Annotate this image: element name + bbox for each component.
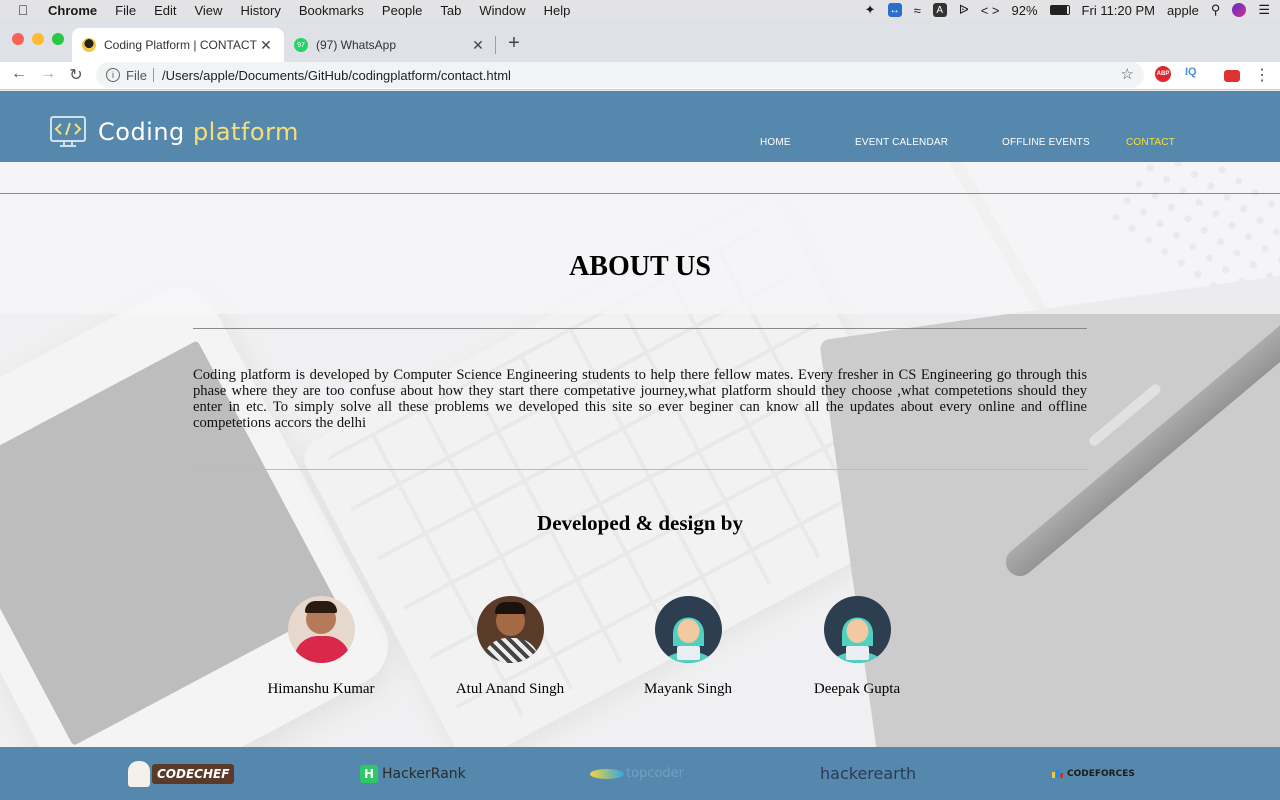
codeforces-bars-icon — [1052, 769, 1063, 778]
bluetooth-icon[interactable]: ᐉ — [959, 2, 969, 18]
about-text: Coding platform is developed by Computer… — [193, 367, 1087, 431]
back-arrow-icon[interactable]: ← — [9, 65, 29, 83]
url-text[interactable]: /Users/apple/Documents/GitHub/codingplat… — [162, 68, 511, 83]
chrome-menu-icon[interactable]: ⋮ — [1252, 65, 1272, 85]
codeforces-logo[interactable]: CODEFORCES — [1052, 747, 1135, 800]
tux-favicon-icon — [82, 38, 96, 52]
siri-icon[interactable] — [1232, 3, 1247, 17]
team-member-card: Atul Anand Singh — [420, 596, 600, 698]
site-header: Coding platform HOME EVENT CALENDAR OFFL… — [0, 91, 1280, 162]
window-controls — [12, 33, 64, 45]
team-member-card: Deepak Gupta — [767, 596, 947, 698]
code-monitor-icon — [50, 116, 86, 147]
url-divider — [152, 68, 154, 82]
hacker-avatar-icon — [823, 596, 891, 663]
cloud-extension-icon[interactable] — [1224, 70, 1240, 82]
teamviewer-icon[interactable]: ↔ — [887, 3, 902, 17]
tab-title: Coding Platform | CONTACT US — [104, 38, 258, 52]
bookmark-star-icon[interactable]: ☆ — [1121, 65, 1134, 83]
script-icon[interactable]: ✦ — [865, 2, 876, 18]
hackerrank-logo[interactable]: H HackerRank — [360, 747, 466, 800]
apple-menu-icon[interactable]:  — [0, 2, 46, 18]
member-name: Himanshu Kumar — [267, 681, 375, 697]
battery-icon[interactable] — [1049, 5, 1070, 15]
divider — [0, 193, 1280, 194]
site-logo[interactable]: Coding platform — [50, 116, 299, 148]
whatsapp-favicon-icon: 97 — [294, 38, 308, 52]
close-window-button[interactable] — [12, 33, 24, 45]
menu-view[interactable]: View — [185, 3, 231, 18]
hackerearth-logo-text: hackerearth — [820, 764, 917, 783]
logo-word-coding: Coding — [98, 118, 185, 146]
hackerearth-logo[interactable]: hackerearth — [820, 747, 916, 800]
site-footer: CODECHEF H HackerRank topcoder hackerear… — [0, 747, 1280, 800]
tab-coding-platform[interactable]: Coding Platform | CONTACT US ✕ — [72, 28, 284, 62]
logo-text: Coding platform — [98, 118, 299, 146]
codechef-logo[interactable]: CODECHEF — [128, 747, 235, 800]
menu-tab[interactable]: Tab — [431, 3, 470, 18]
topcoder-swoosh-icon — [590, 768, 624, 779]
avatar — [287, 596, 355, 663]
menu-history[interactable]: History — [231, 3, 289, 18]
topcoder-logo[interactable]: topcoder — [590, 747, 684, 800]
codeforces-logo-text: CODEFORCES — [1067, 768, 1135, 779]
macos-menubar:  Chrome File Edit View History Bookmark… — [0, 0, 1280, 20]
nav-home[interactable]: HOME — [760, 137, 791, 148]
hacker-avatar-icon — [654, 596, 722, 663]
nav-contact[interactable]: CONTACT — [1126, 137, 1175, 148]
nav-event-calendar[interactable]: EVENT CALENDAR — [855, 137, 948, 148]
code-icon[interactable]: < > — [981, 3, 1000, 18]
member-name: Mayank Singh — [644, 681, 732, 697]
browser-toolbar: ← → ↻ i File /Users/apple/Documents/GitH… — [0, 62, 1280, 90]
reload-icon[interactable]: ↻ — [66, 65, 86, 85]
address-bar[interactable]: i File /Users/apple/Documents/GitHub/cod… — [96, 62, 1144, 88]
member-name: Atul Anand Singh — [455, 681, 565, 697]
divider — [193, 469, 1087, 470]
nav-offline-events[interactable]: OFFLINE EVENTS — [1002, 137, 1090, 148]
page-content: ABOUT US Coding platform is developed by… — [0, 91, 1280, 800]
menu-bookmarks[interactable]: Bookmarks — [290, 3, 373, 18]
clock[interactable]: Fri 11:20 PM — [1082, 3, 1155, 18]
browser-tabbar: Coding Platform | CONTACT US ✕ 97 (97) W… — [0, 20, 1280, 62]
new-tab-button[interactable]: + — [504, 32, 524, 55]
avatar — [476, 596, 544, 663]
battery-percent[interactable]: 92% — [1012, 3, 1038, 18]
page-viewport: Coding platform HOME EVENT CALENDAR OFFL… — [0, 91, 1280, 800]
hackerrank-h-icon: H — [360, 764, 378, 783]
adblock-extension-icon[interactable]: ABP — [1155, 66, 1171, 82]
close-tab-icon[interactable]: ✕ — [258, 37, 274, 54]
codechef-logo-text: CODECHEF — [152, 763, 235, 784]
spotlight-icon[interactable]: ⚲ — [1211, 2, 1221, 18]
logo-word-platform: platform — [192, 118, 299, 146]
about-title: ABOUT US — [569, 251, 711, 282]
app-menu[interactable]: Chrome — [46, 3, 106, 18]
forward-arrow-icon[interactable]: → — [38, 65, 58, 83]
wifi-icon[interactable]: ≈ — [914, 3, 921, 18]
minimize-window-button[interactable] — [32, 33, 44, 45]
input-source-icon[interactable]: A — [932, 3, 947, 17]
zoom-window-button[interactable] — [52, 33, 64, 45]
menu-help[interactable]: Help — [535, 3, 580, 18]
user-name[interactable]: apple — [1167, 3, 1199, 18]
iq-extension-icon[interactable]: IQ — [1185, 66, 1197, 78]
menu-people[interactable]: People — [373, 3, 431, 18]
notification-center-icon[interactable]: ☰ — [1258, 2, 1270, 18]
member-name: Deepak Gupta — [813, 681, 901, 697]
menu-file[interactable]: File — [106, 3, 145, 18]
chef-hat-icon — [128, 760, 150, 787]
team-member-card: Himanshu Kumar — [231, 596, 411, 698]
url-scheme: File — [126, 67, 147, 83]
site-info-icon[interactable]: i — [106, 68, 120, 82]
menu-window[interactable]: Window — [470, 3, 534, 18]
menu-edit[interactable]: Edit — [145, 3, 185, 18]
team-member-card: Mayank Singh — [598, 596, 778, 698]
tab-whatsapp[interactable]: 97 (97) WhatsApp ✕ — [284, 28, 496, 62]
divider — [193, 328, 1087, 329]
close-tab-icon[interactable]: ✕ — [470, 37, 486, 54]
team-title: Developed & design by — [537, 511, 743, 535]
hackerrank-logo-text: HackerRank — [382, 765, 466, 782]
tab-title: (97) WhatsApp — [316, 38, 397, 52]
topcoder-logo-text: topcoder — [626, 766, 684, 781]
